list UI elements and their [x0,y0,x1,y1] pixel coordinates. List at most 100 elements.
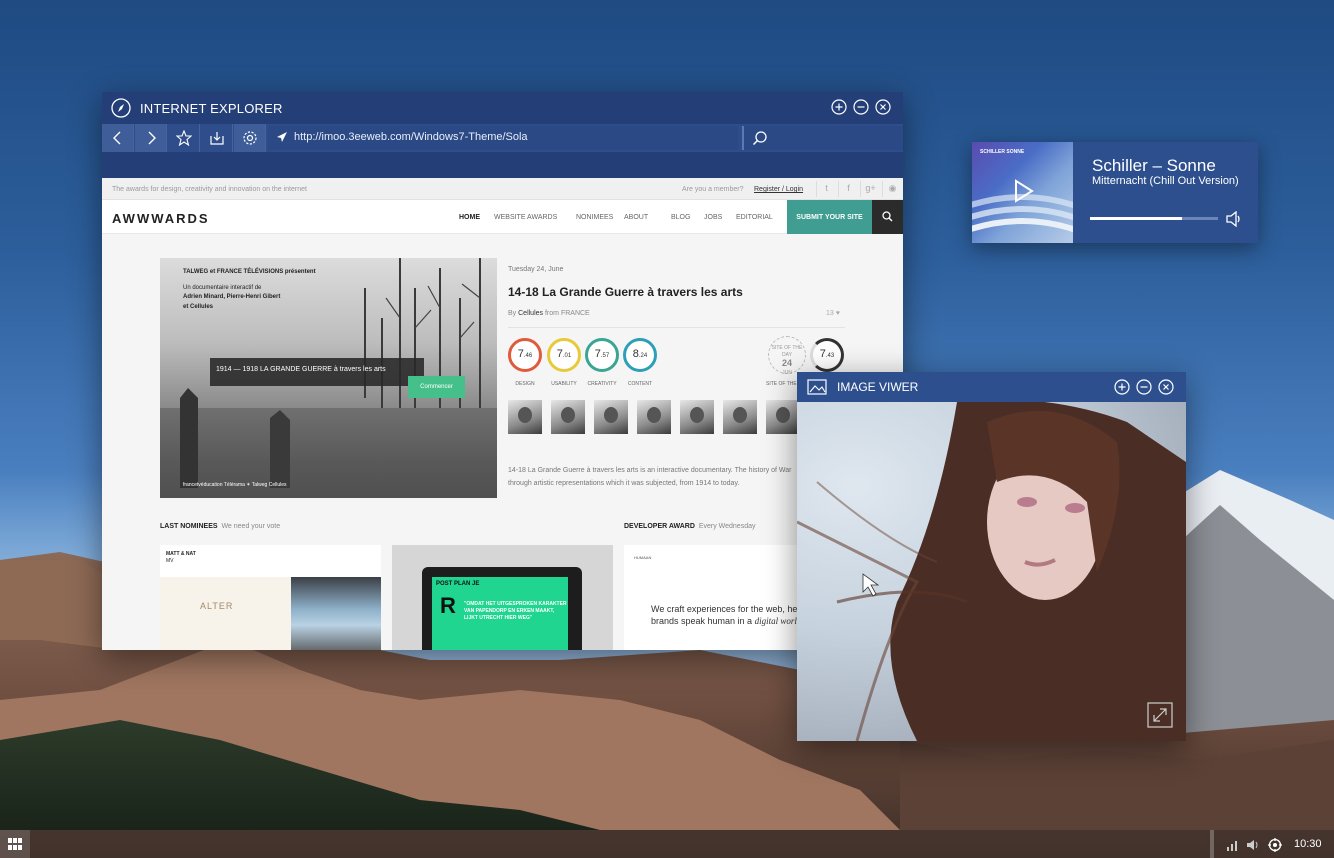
volume-icon[interactable] [1246,838,1260,852]
register-login-link[interactable]: Register / Login [754,186,803,193]
compass-icon [111,98,131,118]
score-usability: 7.01 [547,338,581,372]
back-arrow-icon [113,131,121,145]
jury-avatar[interactable] [723,400,757,434]
ie-tab-band [102,152,903,178]
site-search-button[interactable] [872,200,903,234]
score-creativity: 7.57 [585,338,619,372]
album-art: SCHILLER SONNE [972,142,1073,243]
submit-site-button[interactable]: SUBMIT YOUR SITE [787,200,872,234]
country: FRANCE [560,310,590,317]
ie-toolbar: http://imoo.3eeweb.com/Windows7-Theme/So… [102,124,903,152]
site-title[interactable]: 14-18 La Grande Guerre à travers les art… [508,285,743,299]
member-prompt: Are you a member? [682,186,744,193]
search-box[interactable] [742,126,903,150]
search-icon [752,131,767,146]
start-button[interactable] [0,830,30,858]
track-subtitle: Mitternacht (Chill Out Version) [1092,175,1239,187]
maximize-icon[interactable] [831,99,847,115]
nav-editorial[interactable]: EDITORIAL [736,214,773,221]
clock[interactable]: 10:30 [1294,838,1322,850]
tray-divider [1210,830,1214,858]
favorites-button[interactable] [168,124,200,152]
nav-about[interactable]: ABOUT [624,214,648,221]
site-nav: AWWWARDS HOME WEBSITE AWARDS NONIMEES AB… [102,200,903,234]
card-headline: We craft experiences for the web, hel br… [651,604,802,627]
jury-avatar[interactable] [508,400,542,434]
nominee-card[interactable]: POST PLAN JE R "OMDAT HET UITGESPROKEN K… [392,545,613,650]
divider [508,327,845,328]
post-date: Tuesday 24, June [508,266,564,273]
heart-icon: ♥ [835,310,840,317]
settings-icon[interactable] [1268,838,1282,852]
facebook-icon[interactable]: f [838,181,858,197]
minimize-icon[interactable] [1136,379,1152,395]
byline: By Cellules from FRANCE [508,310,590,317]
jury-avatar[interactable] [551,400,585,434]
play-icon[interactable] [1010,178,1036,204]
window-title: INTERNET EXPLORER [140,101,283,116]
web-page: The awards for design, creativity and in… [102,178,903,650]
portrait-photo[interactable] [797,402,1186,741]
taskbar: 10:30 [0,830,1334,858]
image-icon [807,379,827,395]
author-link[interactable]: Cellules [518,310,543,317]
jury-avatar[interactable] [766,400,800,434]
apps-grid-icon [8,838,22,850]
location-arrow-icon [277,132,287,142]
nav-nominees[interactable]: NONIMEES [576,214,613,221]
volume-icon[interactable] [1225,211,1243,227]
forward-button[interactable] [135,124,167,152]
nav-website-awards[interactable]: WEBSITE AWARDS [494,214,557,221]
minimize-icon[interactable] [853,99,869,115]
maximize-icon[interactable] [1114,379,1130,395]
hero-title-strip: 1914 — 1918 LA GRANDE GUERRE à travers l… [210,358,424,386]
url-text: http://imoo.3eeweb.com/Windows7-Theme/So… [294,131,528,143]
like-count[interactable]: 13 ♥ [826,310,840,317]
signal-icon[interactable] [1226,838,1240,852]
twitter-icon[interactable]: t [816,181,836,197]
ie-title-bar[interactable]: INTERNET EXPLORER [102,92,903,124]
back-button[interactable] [102,124,134,152]
fullscreen-icon[interactable] [1147,702,1173,728]
nav-home[interactable]: HOME [459,214,480,221]
site-of-the-day-badge: SITE OF THE DAY 24 JUN [768,336,806,376]
developer-award-heading: DEVELOPER AWARD Every Wednesday [624,523,756,530]
image-viewer-window: IMAGE VIWER [797,372,1186,741]
commencer-button[interactable]: Commencer [408,376,465,398]
portrait-illustration [797,402,1186,741]
nav-jobs[interactable]: JOBS [704,214,722,221]
site-tagline: The awards for design, creativity and in… [112,186,307,193]
partner-logos: francetvéducation Télérama ✶ Talweg Cell… [183,482,287,488]
internet-explorer-window: INTERNET EXPLORER http://imoo.3eeweb.com… [102,92,903,650]
alter-logo: ALTER [200,601,234,611]
close-icon[interactable] [875,99,891,115]
card-brand: MATT & NAT MV [166,551,196,564]
jury-avatar[interactable] [637,400,671,434]
site-of-the-label: SITE OF THE [766,381,797,387]
download-button[interactable] [201,124,233,152]
nominee-card[interactable]: MATT & NAT MV ALTER [160,545,381,650]
last-nominees-heading: LAST NOMINEES We need your vote [160,523,281,530]
awwwards-logo[interactable]: AWWWARDS [112,211,210,226]
viewer-title-bar[interactable]: IMAGE VIWER [797,372,1186,402]
star-icon [176,130,192,146]
nav-blog[interactable]: BLOG [671,214,690,221]
viewer-title: IMAGE VIWER [837,380,919,394]
search-icon [882,211,893,222]
track-title: Schiller – Sonne [1092,156,1216,175]
developer-award-card[interactable]: HUMAAN We craft experiences for the web,… [624,545,804,650]
featured-site-image[interactable]: TALWEG et FRANCE TÉLÉVISIONS présentent … [160,258,497,498]
close-icon[interactable] [1158,379,1174,395]
final-score: 7.43 [810,338,844,372]
address-bar[interactable]: http://imoo.3eeweb.com/Windows7-Theme/So… [268,126,738,150]
rss-icon[interactable]: ◉ [882,181,902,197]
google-plus-icon[interactable]: g+ [860,181,880,197]
gear-icon [243,131,257,145]
jury-avatar[interactable] [594,400,628,434]
download-icon [210,132,224,145]
settings-button[interactable] [234,124,266,152]
jury-avatar[interactable] [680,400,714,434]
score-design: 7.46 [508,338,542,372]
forward-arrow-icon [148,131,156,145]
